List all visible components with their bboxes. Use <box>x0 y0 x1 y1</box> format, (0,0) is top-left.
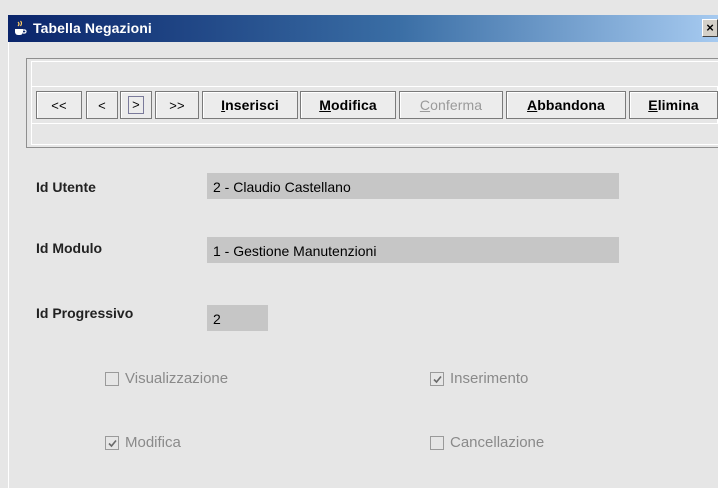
id-progressivo-label: Id Progressivo <box>36 305 134 321</box>
insert-button[interactable]: Inserisci <box>202 91 298 119</box>
visualizzazione-label: Visualizzazione <box>125 370 229 387</box>
modifica-label: Modifica <box>125 434 181 451</box>
previous-record-label: < <box>98 97 106 113</box>
visualizzazione-checkbox[interactable]: Visualizzazione <box>105 370 228 387</box>
id-modulo-field[interactable]: 1 - Gestione Manutenzioni <box>207 237 619 263</box>
delete-button[interactable]: Elimina <box>629 91 718 119</box>
inserimento-label: Inserimento <box>450 370 529 387</box>
java-coffee-cup-icon[interactable] <box>12 20 28 36</box>
modifica-checkbox[interactable]: Modifica <box>105 434 181 451</box>
next-record-label: > <box>128 96 144 114</box>
modify-button[interactable]: Modifica <box>300 91 396 119</box>
abandon-button[interactable]: Abbandona <box>506 91 626 119</box>
delete-label: Elimina <box>648 97 699 113</box>
id-utente-field[interactable]: 2 - Claudio Castellano <box>207 173 619 199</box>
abandon-label: Abbandona <box>527 97 605 113</box>
cancellazione-checkbox[interactable]: Cancellazione <box>430 434 544 451</box>
last-record-label: >> <box>169 97 185 113</box>
insert-label: Inserisci <box>221 97 279 113</box>
cancellazione-label: Cancellazione <box>450 434 545 451</box>
visualizzazione-box[interactable] <box>105 371 119 386</box>
confirm-label: Conferma <box>419 97 483 113</box>
inserimento-box[interactable] <box>430 371 444 386</box>
modifica-box[interactable] <box>105 435 119 450</box>
previous-record-button[interactable]: < <box>86 91 118 119</box>
id-progressivo-field[interactable]: 2 <box>207 305 268 331</box>
id-modulo-label: Id Modulo <box>36 240 103 256</box>
title-bar[interactable]: Tabella Negazioni × <box>8 15 718 42</box>
modify-label: Modifica <box>319 97 377 113</box>
id-utente-label: Id Utente <box>36 179 96 195</box>
confirm-button[interactable]: Conferma <box>399 91 503 119</box>
window-title: Tabella Negazioni <box>33 20 152 36</box>
close-icon[interactable]: × <box>706 20 714 35</box>
first-record-label: << <box>51 97 67 113</box>
check-icon <box>108 439 117 447</box>
close-button[interactable]: × <box>702 19 718 37</box>
next-record-button[interactable]: > <box>120 91 152 119</box>
cancellazione-box[interactable] <box>430 435 444 450</box>
inserimento-checkbox[interactable]: Inserimento <box>430 370 528 387</box>
last-record-button[interactable]: >> <box>155 91 199 119</box>
first-record-button[interactable]: << <box>36 91 82 119</box>
check-icon <box>433 375 442 383</box>
